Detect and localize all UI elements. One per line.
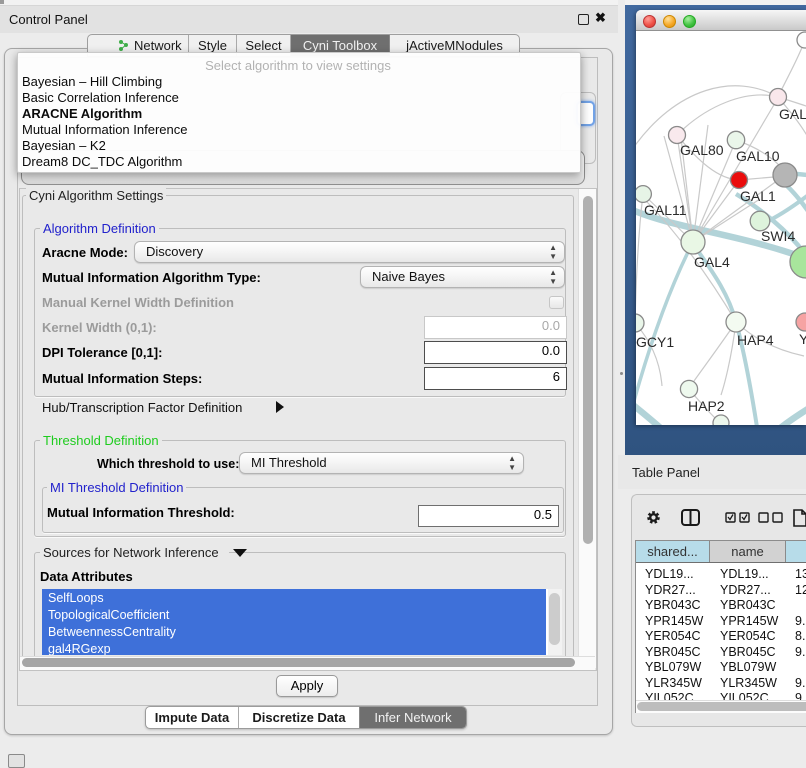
svg-text:HAP2: HAP2 <box>688 398 725 414</box>
svg-text:GAL4: GAL4 <box>694 254 730 270</box>
svg-text:GAL2: GAL2 <box>779 106 806 122</box>
svg-text:GCY1: GCY1 <box>636 334 674 350</box>
svg-text:GAL80: GAL80 <box>680 142 724 158</box>
svg-text:GAL11: GAL11 <box>644 202 687 218</box>
svg-text:GAL1: GAL1 <box>740 188 776 204</box>
svg-text:SWI4: SWI4 <box>761 228 795 244</box>
svg-text:HAP4: HAP4 <box>737 332 774 348</box>
svg-text:GAL10: GAL10 <box>736 148 780 164</box>
svg-text:Y: Y <box>799 331 806 347</box>
